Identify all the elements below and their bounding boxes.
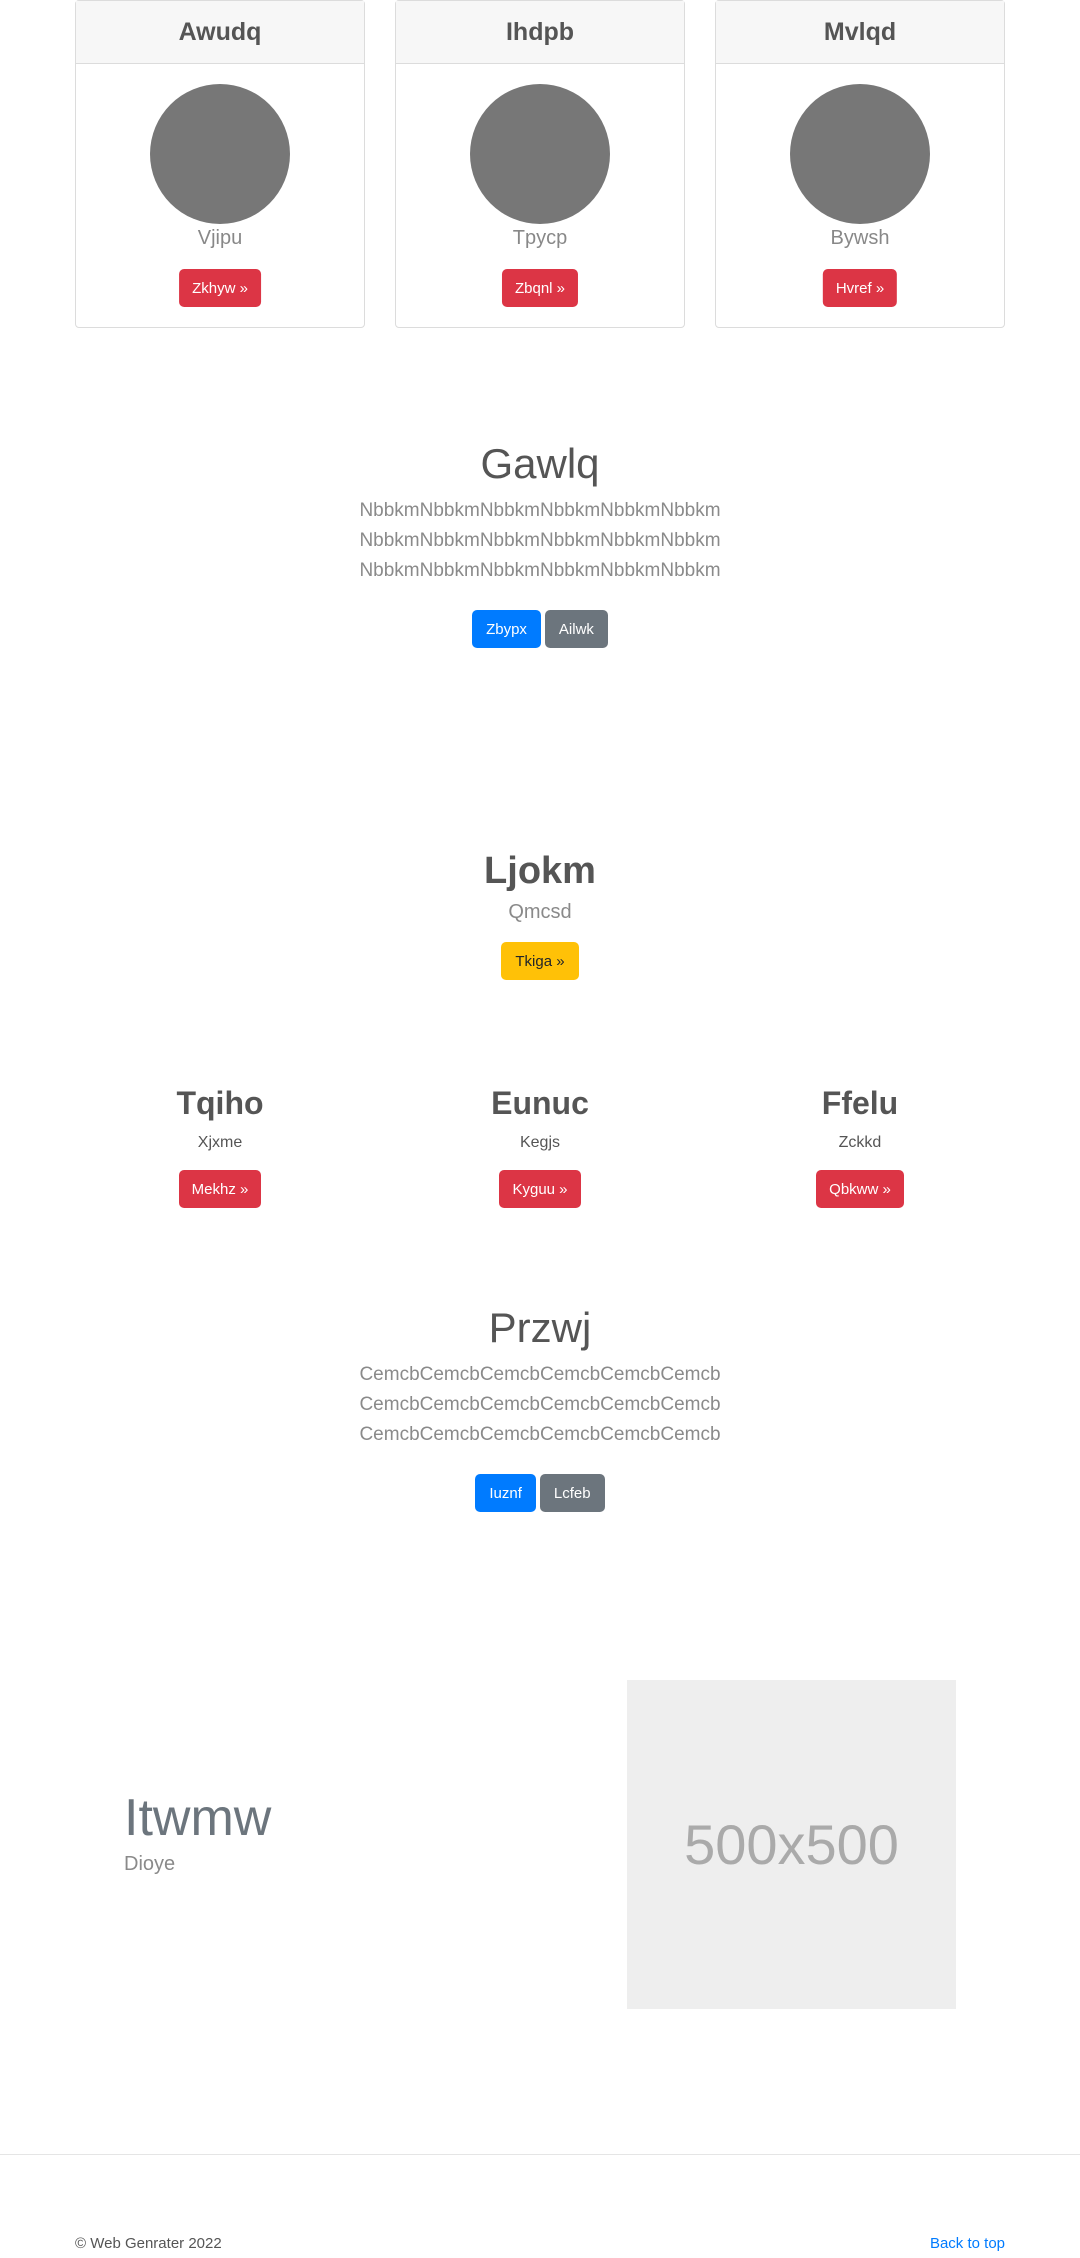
- primary-button[interactable]: Iuznf: [475, 1474, 536, 1512]
- column-title: Eunuc: [491, 1085, 589, 1121]
- placeholder-image: 500x500: [627, 1680, 956, 2009]
- lead-text-line: NbbkmNbbkmNbbkmNbbkmNbbkmNbbkm: [359, 530, 721, 551]
- column-button[interactable]: Qbkww »: [816, 1170, 904, 1208]
- button-group: Zbypx Ailwk: [0, 610, 1080, 648]
- footer-divider: [0, 2154, 1080, 2155]
- card-title: Awudq: [76, 1, 364, 64]
- card-row: Awudq Vjipu Zkhyw » Ihdpb Tpycp Zbqnl » …: [75, 0, 1005, 328]
- hero-subtitle: Dioye: [124, 1853, 176, 1875]
- column-button[interactable]: Kyguu »: [499, 1170, 581, 1208]
- secondary-button[interactable]: Ailwk: [544, 610, 608, 648]
- card-3: Mvlqd Bywsh Hvref »: [715, 0, 1005, 328]
- hero-title: Itwmw: [124, 1789, 272, 1847]
- column-text: Kegjs: [519, 1134, 561, 1151]
- jumbotron-section-1: Gawlq NbbkmNbbkmNbbkmNbbkmNbbkmNbbkm Nbb…: [0, 440, 1080, 648]
- card-title: Ihdpb: [396, 1, 684, 64]
- feature-section: Ljokm Qmcsd Tkiga »: [0, 850, 1080, 980]
- placeholder-label: 500x500: [684, 1813, 899, 1876]
- avatar-image: [150, 84, 290, 224]
- lead-text-line: CemcbCemcbCemcbCemcbCemcbCemcb: [359, 1394, 721, 1415]
- column-title: Tqiho: [176, 1085, 264, 1121]
- column-text: Zckkd: [838, 1134, 882, 1151]
- jumbotron-section-2: Przwj CemcbCemcbCemcbCemcbCemcbCemcb Cem…: [0, 1304, 1080, 1512]
- section-title: Gawlq: [480, 440, 600, 487]
- lead-text-line: CemcbCemcbCemcbCemcbCemcbCemcb: [359, 1364, 721, 1385]
- secondary-button[interactable]: Lcfeb: [539, 1474, 605, 1512]
- lead-text-line: NbbkmNbbkmNbbkmNbbkmNbbkmNbbkm: [359, 560, 721, 581]
- feature-title: Ljokm: [484, 850, 596, 892]
- button-group: Iuznf Lcfeb: [0, 1474, 1080, 1512]
- avatar-image: [790, 84, 930, 224]
- back-to-top-link[interactable]: Back to top: [930, 2235, 1005, 2252]
- column-2: Eunuc Kegjs Kyguu »: [390, 1085, 690, 1208]
- column-button[interactable]: Mekhz »: [178, 1170, 262, 1208]
- card-text: Bywsh: [830, 227, 890, 249]
- card-action-button[interactable]: Zbqnl »: [501, 269, 579, 307]
- card-text: Tpycp: [512, 227, 568, 249]
- avatar-image: [470, 84, 610, 224]
- lead-text-line: CemcbCemcbCemcbCemcbCemcbCemcb: [359, 1424, 721, 1445]
- card-1: Awudq Vjipu Zkhyw »: [75, 0, 365, 328]
- column-1: Tqiho Xjxme Mekhz »: [70, 1085, 370, 1208]
- column-title: Ffelu: [821, 1085, 899, 1121]
- feature-subtitle: Qmcsd: [508, 901, 572, 923]
- card-action-button[interactable]: Zkhyw »: [179, 269, 261, 307]
- primary-button[interactable]: Zbypx: [472, 610, 541, 648]
- section-title: Przwj: [488, 1304, 592, 1351]
- column-text: Xjxme: [197, 1134, 243, 1151]
- copyright-text: © Web Genrater 2022: [75, 2235, 222, 2252]
- card-action-button[interactable]: Hvref »: [822, 269, 898, 307]
- card-text: Vjipu: [197, 227, 243, 249]
- card-title: Mvlqd: [716, 1, 1004, 64]
- column-3: Ffelu Zckkd Qbkww »: [710, 1085, 1010, 1208]
- feature-button[interactable]: Tkiga »: [501, 942, 579, 980]
- lead-text-line: NbbkmNbbkmNbbkmNbbkmNbbkmNbbkm: [359, 500, 721, 521]
- card-2: Ihdpb Tpycp Zbqnl »: [395, 0, 685, 328]
